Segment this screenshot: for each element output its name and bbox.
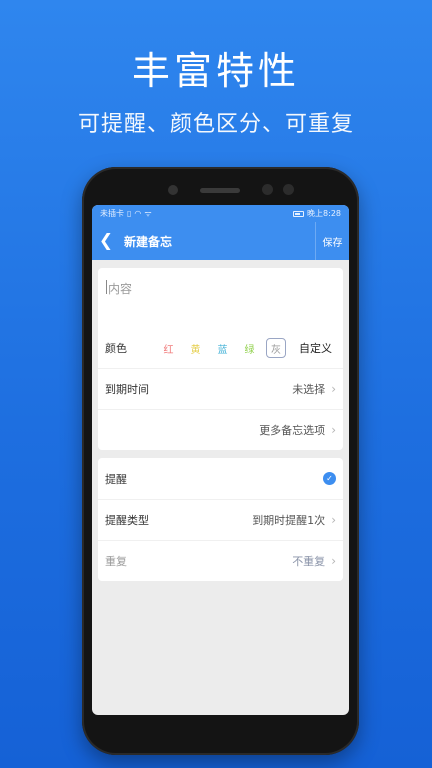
save-button[interactable]: 保存 — [315, 222, 349, 260]
chevron-right-icon: › — [331, 513, 336, 527]
proximity-sensor — [262, 184, 273, 195]
remind-type-label: 提醒类型 — [105, 514, 149, 527]
text-cursor — [106, 280, 107, 294]
color-option-red[interactable]: 红 — [155, 341, 182, 356]
repeat-label: 重复 — [105, 555, 127, 568]
wifi-icon: ◠ — [134, 209, 142, 218]
reminder-card: 提醒 ✓ 提醒类型 到期时提醒1次 › 重复 不重复 › — [98, 458, 343, 581]
due-time-label: 到期时间 — [105, 383, 149, 396]
more-options-row[interactable]: 更多备忘选项 › — [98, 409, 343, 450]
check-circle-icon[interactable]: ✓ — [323, 472, 336, 485]
remind-type-value: 到期时提醒1次 — [252, 514, 326, 527]
carrier-status: 未插卡 — [100, 209, 124, 218]
remind-row[interactable]: 提醒 ✓ — [98, 458, 343, 499]
light-sensor — [283, 184, 294, 195]
content-placeholder: 内容 — [108, 282, 133, 296]
color-label: 颜色 — [105, 342, 127, 355]
phone-screen: 未插卡 ▯ ◠ ᯤ 晚上8:28 ❮ 新建备忘 保存 内容 颜色 红 黄 蓝 绿… — [92, 205, 349, 715]
battery-icon — [293, 210, 305, 217]
status-bar: 未插卡 ▯ ◠ ᯤ 晚上8:28 — [92, 205, 349, 222]
app-bar: ❮ 新建备忘 保存 — [92, 222, 349, 260]
status-time: 晚上8:28 — [307, 209, 341, 218]
color-option-gray[interactable]: 灰 — [266, 338, 286, 358]
more-options-label: 更多备忘选项 — [259, 424, 326, 437]
promo-subtitle: 可提醒、颜色区分、可重复 — [77, 112, 354, 137]
color-options: 红 黄 蓝 绿 灰 — [155, 338, 289, 358]
chevron-right-icon: › — [331, 423, 336, 437]
chevron-right-icon: › — [331, 554, 336, 568]
chevron-right-icon: › — [331, 382, 336, 396]
signal-icon: ᯤ — [144, 209, 152, 218]
front-camera — [168, 185, 178, 195]
back-chevron-icon[interactable]: ❮ — [92, 222, 120, 260]
remind-label: 提醒 — [105, 472, 127, 486]
color-option-blue[interactable]: 蓝 — [209, 341, 236, 356]
page-title: 新建备忘 — [124, 234, 173, 249]
promo-title: 丰富特性 — [131, 49, 300, 93]
color-option-green[interactable]: 绿 — [236, 341, 263, 356]
content-input[interactable]: 内容 — [98, 268, 343, 328]
repeat-row[interactable]: 重复 不重复 › — [98, 540, 343, 581]
color-option-yellow[interactable]: 黄 — [182, 341, 209, 356]
remind-type-row[interactable]: 提醒类型 到期时提醒1次 › — [98, 499, 343, 540]
repeat-value: 不重复 — [292, 555, 326, 568]
custom-color-button[interactable]: 自定义 — [299, 340, 332, 356]
due-time-row[interactable]: 到期时间 未选择 › — [98, 368, 343, 409]
color-row: 颜色 红 黄 蓝 绿 灰 自定义 — [98, 328, 343, 368]
sim-icon: ▯ — [127, 209, 132, 218]
memo-main-card: 内容 颜色 红 黄 蓝 绿 灰 自定义 到期时间 未选择 › 更多备忘选项 › — [98, 268, 343, 450]
phone-frame: 未插卡 ▯ ◠ ᯤ 晚上8:28 ❮ 新建备忘 保存 内容 颜色 红 黄 蓝 绿… — [82, 167, 359, 755]
earpiece-speaker — [200, 188, 240, 193]
due-time-value: 未选择 — [292, 383, 326, 396]
